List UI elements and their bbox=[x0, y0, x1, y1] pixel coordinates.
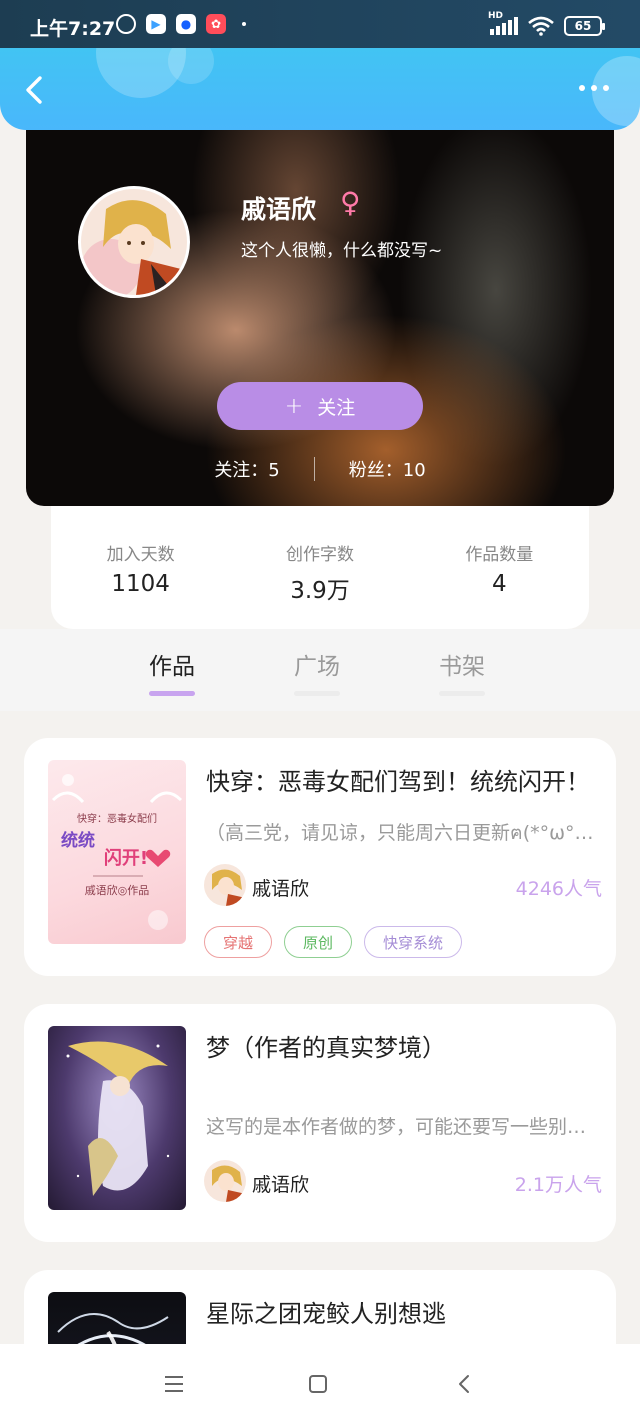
recent-apps-button[interactable] bbox=[154, 1366, 194, 1402]
tab-indicator bbox=[149, 691, 195, 696]
top-nav-bar bbox=[0, 48, 640, 130]
chevron-left-icon bbox=[26, 76, 42, 104]
cover-line-3: 闪开! bbox=[104, 847, 148, 869]
stat-label: 作品数量 bbox=[465, 545, 534, 565]
chevron-left-icon bbox=[459, 1375, 469, 1393]
author-name: 戚语欣 bbox=[252, 878, 310, 900]
play-store-icon: ▶ bbox=[146, 14, 166, 34]
divider bbox=[313, 457, 315, 481]
cover-line-1: 快穿：恶毒女配们 bbox=[77, 812, 157, 825]
fans-count[interactable]: 粉丝：10 bbox=[349, 456, 426, 482]
book-cover bbox=[48, 1026, 186, 1210]
author-avatar bbox=[204, 1160, 246, 1202]
status-time: 上午7:27 bbox=[30, 18, 116, 40]
tag[interactable]: 快穿系统 bbox=[364, 926, 463, 958]
author-row: 戚语欣 2.1万人气 bbox=[204, 1160, 602, 1204]
tag[interactable]: 穿越 bbox=[204, 926, 273, 958]
stat-label: 加入天数 bbox=[106, 545, 175, 565]
network-type-label: HD bbox=[488, 11, 504, 21]
app-red-icon: ✿ bbox=[206, 14, 226, 34]
author-avatar bbox=[204, 864, 246, 906]
tab-label: 书架 bbox=[439, 654, 485, 680]
profile-tabs: 作品 广场 书架 bbox=[0, 629, 640, 711]
tab-indicator bbox=[439, 691, 485, 696]
follow-button-label: 关注 bbox=[317, 396, 356, 419]
battery-level: 65 bbox=[574, 19, 592, 33]
tag[interactable]: 原创 bbox=[284, 926, 353, 958]
profile-avatar[interactable] bbox=[78, 186, 190, 298]
cover-line-2: 统统 bbox=[61, 830, 95, 851]
book-description: 这写的是本作者做的梦，可能还要写一些别的梦 bbox=[206, 1116, 600, 1138]
author-row: 戚语欣 4246人气 bbox=[204, 864, 602, 908]
square-icon bbox=[309, 1375, 327, 1393]
more-dot-icon bbox=[579, 85, 585, 91]
book-title: 快穿：恶毒女配们驾到！统统闪开！ bbox=[206, 768, 590, 796]
author-name: 戚语欣 bbox=[252, 1174, 310, 1196]
battery-icon: 65 bbox=[564, 16, 605, 36]
stat-join-days: 加入天数 1104 bbox=[51, 506, 230, 629]
plus-icon: + bbox=[284, 393, 304, 419]
work-card[interactable]: 快穿：恶毒女配们 统统 闪开! 戚语欣◎作品 快穿：恶毒女配们驾到！统统闪开！ … bbox=[24, 738, 616, 976]
book-title: 星际之团宠鲛人别想逃 bbox=[206, 1300, 446, 1328]
popularity-count: 2.1万人气 bbox=[514, 1174, 602, 1196]
back-button[interactable] bbox=[20, 72, 52, 108]
more-dot-icon bbox=[591, 85, 597, 91]
popularity-count: 4246人气 bbox=[515, 878, 602, 900]
female-gender-icon: ♀ bbox=[340, 186, 361, 219]
work-card[interactable]: 梦（作者的真实梦境） 这写的是本作者做的梦，可能还要写一些别的梦 戚语欣 2.1… bbox=[24, 1004, 616, 1242]
app-notification-icon: ● bbox=[176, 14, 196, 34]
stat-works-count: 作品数量 4 bbox=[410, 506, 589, 629]
follow-button[interactable]: + 关注 bbox=[217, 382, 423, 430]
tab-plaza[interactable]: 广场 bbox=[294, 647, 340, 696]
stat-value: 1104 bbox=[111, 571, 170, 597]
menu-icon bbox=[165, 1376, 183, 1392]
tab-works[interactable]: 作品 bbox=[149, 647, 195, 696]
home-button[interactable] bbox=[298, 1366, 338, 1402]
profile-bio: 这个人很懒，什么都没写~ bbox=[241, 241, 443, 261]
stat-value: 4 bbox=[492, 571, 507, 597]
tag-row: 穿越 原创 快穿系统 bbox=[204, 926, 463, 958]
more-options-button[interactable] bbox=[570, 78, 618, 98]
stats-card: 加入天数 1104 创作字数 3.9万 作品数量 4 bbox=[51, 506, 589, 629]
tab-label: 广场 bbox=[294, 654, 340, 680]
system-back-button[interactable] bbox=[444, 1366, 484, 1402]
status-notification-icons: ▶ ● ✿ bbox=[116, 14, 246, 34]
tab-label: 作品 bbox=[149, 654, 195, 680]
tab-indicator bbox=[294, 691, 340, 696]
status-bar: 上午7:27 ▶ ● ✿ HD 65 bbox=[0, 0, 640, 48]
avatar-image bbox=[204, 1160, 246, 1202]
profile-name: 戚语欣 bbox=[241, 195, 317, 224]
wifi-icon bbox=[528, 16, 554, 36]
cover-art bbox=[66, 1041, 170, 1196]
book-title: 梦（作者的真实梦境） bbox=[206, 1034, 446, 1062]
stat-word-count: 创作字数 3.9万 bbox=[230, 506, 409, 629]
tab-bookshelf[interactable]: 书架 bbox=[439, 647, 485, 696]
follow-counts: 关注：5 粉丝：10 bbox=[26, 456, 614, 482]
avatar-image bbox=[81, 189, 187, 295]
signal-icon: HD bbox=[488, 11, 518, 35]
stat-value: 3.9万 bbox=[290, 578, 350, 604]
book-description: （高三党，请见谅，只能周六日更新ฅ(*°ω°*ฅ)* bbox=[206, 822, 600, 844]
system-nav-bar bbox=[0, 1344, 640, 1422]
avatar-image bbox=[204, 864, 246, 906]
status-system-icons: HD 65 bbox=[488, 11, 605, 36]
more-notifications-dot bbox=[242, 22, 246, 26]
cover-art: 快穿：恶毒女配们 统统 闪开! 戚语欣◎作品 bbox=[51, 774, 183, 930]
more-dot-icon bbox=[603, 85, 609, 91]
cover-line-4: 戚语欣◎作品 bbox=[85, 883, 150, 897]
stat-label: 创作字数 bbox=[285, 545, 354, 565]
alarm-icon bbox=[116, 14, 136, 34]
book-cover: 快穿：恶毒女配们 统统 闪开! 戚语欣◎作品 bbox=[48, 760, 186, 944]
profile-header: 戚语欣 ♀ 这个人很懒，什么都没写~ + 关注 关注：5 粉丝：10 bbox=[26, 130, 614, 506]
following-count[interactable]: 关注：5 bbox=[214, 456, 279, 482]
